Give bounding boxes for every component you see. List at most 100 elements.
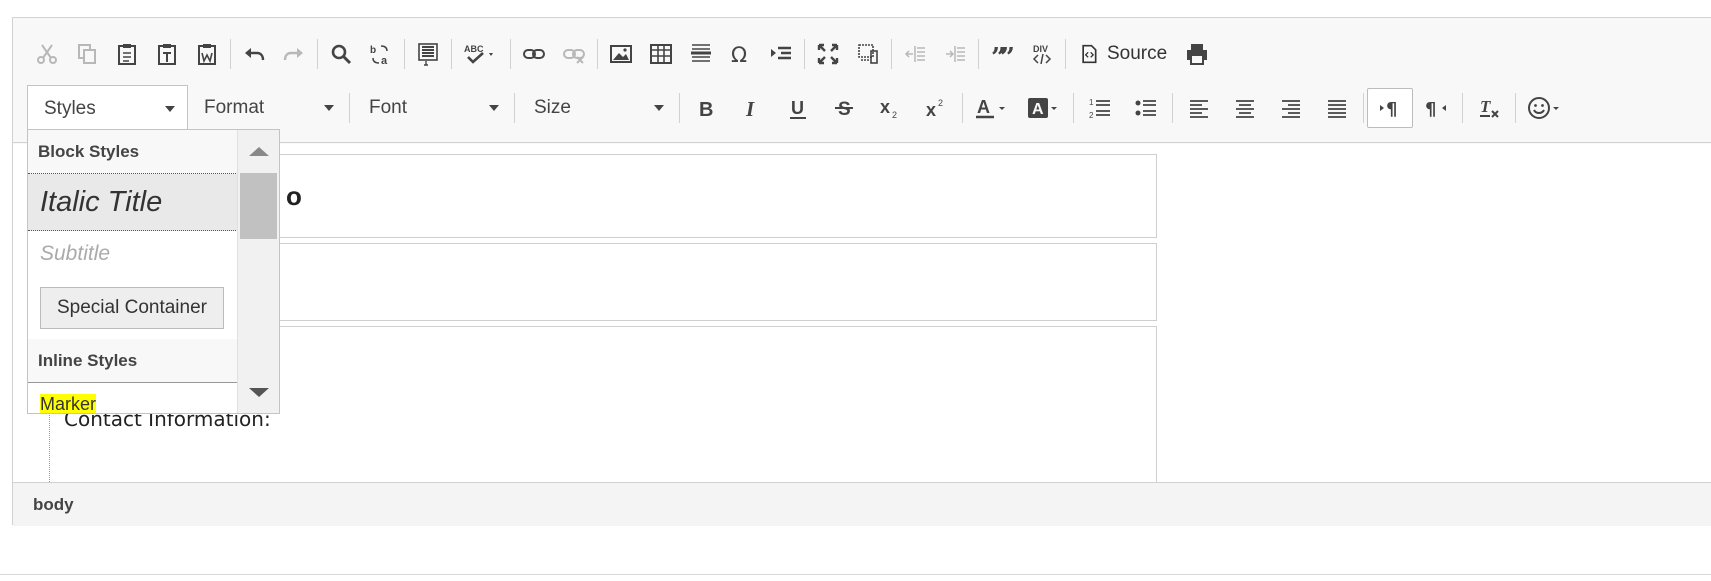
special-char-button[interactable]: Ω xyxy=(721,37,761,71)
style-option-marker[interactable]: Marker xyxy=(28,383,238,413)
style-option-italic-title[interactable]: Italic Title xyxy=(28,174,238,231)
unlink-icon xyxy=(563,49,585,64)
undo-button[interactable] xyxy=(234,37,274,71)
outdent-button[interactable] xyxy=(895,37,935,71)
show-blocks-button[interactable] xyxy=(848,37,888,71)
style-option-special-container[interactable]: Special Container xyxy=(28,277,238,339)
remove-format-icon: T xyxy=(1480,97,1499,118)
italic-icon: I xyxy=(745,97,755,120)
blockquote-button[interactable]: ”” xyxy=(982,37,1022,71)
superscript-button[interactable]: x2 xyxy=(913,91,959,125)
toolbar-separator xyxy=(451,39,452,69)
outdent-icon xyxy=(904,46,925,62)
block-styles-heading: Block Styles xyxy=(28,130,238,174)
chevron-down-icon xyxy=(489,105,499,111)
cut-button[interactable] xyxy=(27,37,67,71)
show-blocks-icon xyxy=(858,44,878,64)
background-color-button[interactable]: A xyxy=(1018,91,1070,125)
source-button[interactable]: Source xyxy=(1069,37,1177,71)
styles-combo[interactable]: Styles xyxy=(27,85,188,131)
scrollbar-thumb[interactable] xyxy=(240,173,277,239)
subscript-button[interactable]: x2 xyxy=(867,91,913,125)
page-break-icon xyxy=(771,46,791,60)
font-combo[interactable]: Font xyxy=(353,86,511,130)
divider xyxy=(0,574,1711,575)
style-option-subtitle[interactable]: Subtitle xyxy=(28,231,238,277)
indent-button[interactable] xyxy=(935,37,975,71)
align-left-icon xyxy=(1190,100,1208,118)
redo-icon xyxy=(283,48,303,61)
element-path-body[interactable]: body xyxy=(33,495,74,515)
bulleted-list-button[interactable] xyxy=(1123,91,1169,125)
align-right-button[interactable] xyxy=(1268,91,1314,125)
replace-button[interactable]: ba xyxy=(361,37,401,71)
table-icon xyxy=(650,44,672,64)
select-all-button[interactable] xyxy=(408,37,448,71)
italic-button[interactable]: I xyxy=(729,91,775,125)
justify-button[interactable] xyxy=(1314,91,1360,125)
toolbar-separator xyxy=(1073,93,1074,123)
text-direction-ltr-button[interactable]: ¶ xyxy=(1367,88,1413,128)
copy-button[interactable] xyxy=(67,37,107,71)
search-icon xyxy=(331,44,352,65)
toolbar-separator xyxy=(1462,93,1463,123)
toolbar-row-1: ba ABC Ω ”” DIV Source xyxy=(27,32,1217,76)
element-path-bar: body xyxy=(13,482,1711,526)
text-direction-rtl-button[interactable]: ¶ xyxy=(1413,91,1459,125)
div-container-button[interactable]: DIV xyxy=(1022,37,1062,71)
text-color-button[interactable]: A xyxy=(966,91,1018,125)
svg-text:I: I xyxy=(745,97,755,120)
format-combo-label: Format xyxy=(204,97,265,118)
toolbar-separator xyxy=(1065,39,1066,69)
styles-dropdown-panel: Block Styles Italic Title Subtitle Speci… xyxy=(27,129,280,414)
toolbar-separator xyxy=(978,39,979,69)
toolbar-separator xyxy=(514,93,515,123)
link-button[interactable] xyxy=(514,37,554,71)
svg-text:ABC: ABC xyxy=(464,44,484,54)
emoji-button[interactable] xyxy=(1519,91,1571,125)
align-left-button[interactable] xyxy=(1176,91,1222,125)
spellcheck-button[interactable]: ABC xyxy=(455,37,507,71)
svg-text:U: U xyxy=(791,98,804,118)
text-color-icon: A xyxy=(976,97,1005,119)
page-break-button[interactable] xyxy=(761,37,801,71)
scroll-down-arrow-icon[interactable] xyxy=(249,388,269,397)
toolbar-separator xyxy=(597,39,598,69)
remove-format-button[interactable]: T xyxy=(1466,91,1512,125)
redo-button[interactable] xyxy=(274,37,314,71)
paste-from-word-button[interactable] xyxy=(187,37,227,71)
strikethrough-button[interactable]: S xyxy=(821,91,867,125)
ltr-icon: ¶ xyxy=(1380,99,1397,120)
rtl-icon: ¶ xyxy=(1425,99,1446,120)
scroll-up-arrow-icon[interactable] xyxy=(249,147,269,156)
paste-button[interactable] xyxy=(107,37,147,71)
cut-icon xyxy=(37,44,57,64)
toolbar-row-2: Styles Format Font Size B I U S x2 x 2 A… xyxy=(27,85,1571,131)
styles-combo-label: Styles xyxy=(44,97,96,119)
chevron-down-icon xyxy=(324,105,334,111)
paste-as-text-button[interactable] xyxy=(147,37,187,71)
table-button[interactable] xyxy=(641,37,681,71)
svg-text:T: T xyxy=(1480,97,1491,116)
numbered-list-button[interactable]: 12 xyxy=(1077,91,1123,125)
format-combo[interactable]: Format xyxy=(188,86,346,130)
font-combo-label: Font xyxy=(369,97,408,118)
unlink-button[interactable] xyxy=(554,37,594,71)
underline-button[interactable]: U xyxy=(775,91,821,125)
print-button[interactable] xyxy=(1177,37,1217,71)
svg-text:S: S xyxy=(838,99,851,120)
indent-icon xyxy=(946,46,965,62)
paste-text-icon xyxy=(158,44,176,65)
toolbar-separator xyxy=(1172,93,1173,123)
maximize-button[interactable] xyxy=(808,37,848,71)
inline-styles-heading: Inline Styles xyxy=(28,339,238,383)
horizontal-line-button[interactable] xyxy=(681,37,721,71)
find-button[interactable] xyxy=(321,37,361,71)
justify-icon xyxy=(1328,100,1346,118)
image-button[interactable] xyxy=(601,37,641,71)
strikethrough-icon: S xyxy=(835,99,853,120)
align-center-button[interactable] xyxy=(1222,91,1268,125)
bold-button[interactable]: B xyxy=(683,91,729,125)
size-combo[interactable]: Size xyxy=(518,86,676,130)
dropdown-scrollbar[interactable] xyxy=(237,130,279,413)
